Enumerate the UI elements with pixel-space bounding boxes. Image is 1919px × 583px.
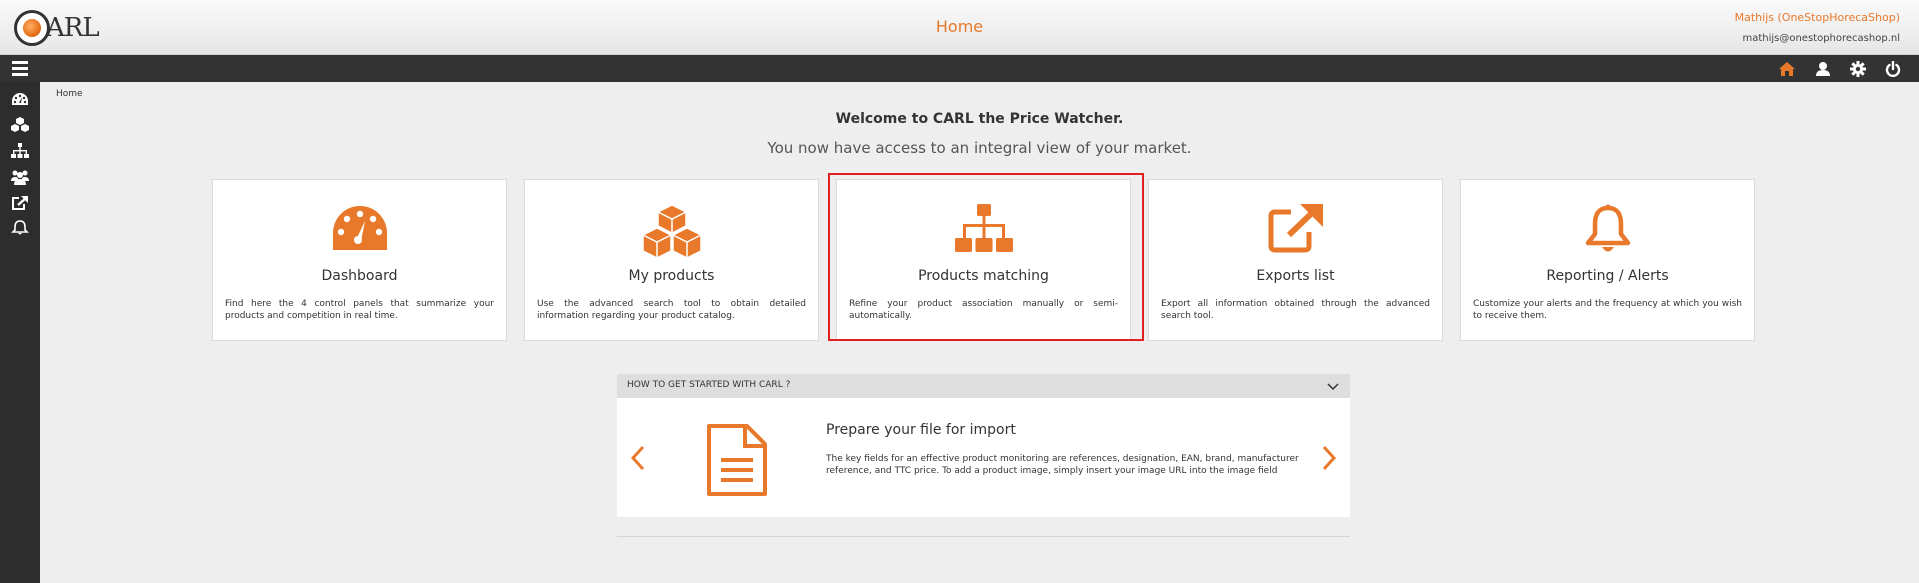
chevron-left-icon[interactable] (629, 444, 647, 472)
home-icon[interactable] (1777, 59, 1797, 79)
sidebar-item-products-matching[interactable] (9, 140, 31, 162)
getting-started-title: Prepare your file for import (826, 422, 1016, 438)
card-reporting-alerts[interactable]: Reporting / Alerts Customize your alerts… (1460, 179, 1755, 341)
sidebar-item-dashboard[interactable] (9, 89, 31, 111)
sidebar-item-my-products[interactable] (9, 114, 31, 136)
card-description: Use the advanced search tool to obtain d… (537, 299, 806, 321)
dashboard-icon (332, 206, 387, 250)
bell-icon (11, 220, 29, 235)
page-title: Home (935, 17, 984, 36)
card-exports-list[interactable]: Exports list Export all information obta… (1148, 179, 1443, 341)
chevron-right-icon[interactable] (1320, 444, 1338, 472)
card-description: Customize your alerts and the frequency … (1473, 299, 1742, 321)
card-dashboard[interactable]: Dashboard Find here the 4 control panels… (212, 179, 507, 341)
sidebar-item-users[interactable] (9, 166, 31, 188)
getting-started-header[interactable]: HOW TO GET STARTED WITH CARL ? (617, 374, 1350, 398)
sitemap-icon (11, 143, 29, 158)
dashboard-icon (12, 93, 28, 105)
card-title: Exports list (1256, 268, 1335, 284)
user-name[interactable]: Mathijs (OneStopHorecaShop) (1735, 11, 1900, 24)
card-title: My products (628, 268, 715, 284)
top-toolbar (0, 55, 1919, 82)
getting-started-description: The key fields for an effective product … (826, 454, 1299, 476)
power-icon[interactable] (1883, 59, 1903, 79)
menu-toggle-icon[interactable] (10, 59, 30, 79)
card-my-products[interactable]: My products Use the advanced search tool… (524, 179, 819, 341)
welcome-subtitle: You now have access to an integral view … (767, 139, 1192, 157)
getting-started-label: HOW TO GET STARTED WITH CARL ? (627, 380, 791, 390)
getting-started-carousel: Prepare your file for import The key fie… (617, 398, 1350, 517)
breadcrumb[interactable]: Home (56, 89, 83, 99)
external-link-icon (12, 196, 28, 210)
card-title: Reporting / Alerts (1546, 268, 1669, 284)
selection-highlight (828, 173, 1144, 341)
user-email: mathijs@onestophorecashop.nl (1742, 33, 1900, 44)
gear-icon[interactable] (1848, 59, 1868, 79)
app-header: ARL Home Mathijs (OneStopHorecaShop) mat… (0, 0, 1919, 55)
user-icon[interactable] (1813, 59, 1833, 79)
card-description: Find here the 4 control panels that summ… (225, 299, 494, 321)
sidebar (0, 82, 40, 583)
external-link-icon (1268, 204, 1323, 253)
card-title: Dashboard (321, 268, 398, 284)
sidebar-item-exports[interactable] (9, 192, 31, 214)
divider (617, 536, 1350, 537)
chevron-down-icon[interactable] (1326, 379, 1340, 393)
card-description: Export all information obtained through … (1161, 299, 1430, 321)
sidebar-item-alerts[interactable] (9, 217, 31, 239)
document-icon (707, 424, 767, 496)
cubes-icon (11, 117, 29, 132)
welcome-heading: Welcome to CARL the Price Watcher. (835, 111, 1124, 127)
bell-icon (1585, 204, 1630, 252)
cubes-icon (641, 204, 702, 259)
users-icon (11, 170, 29, 185)
